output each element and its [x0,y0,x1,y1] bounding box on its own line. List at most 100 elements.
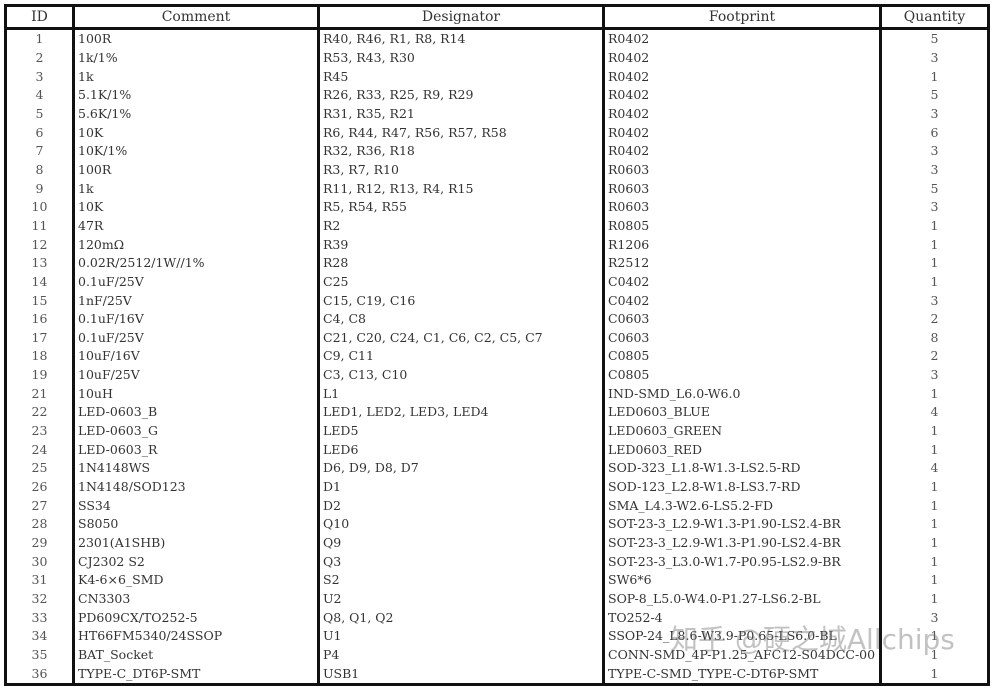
quantity-cell: 1 [879,645,989,665]
footprint-cell: R0402 [602,123,881,142]
table-row: 30 CJ2302 S2 Q3 SOT-23-3_L3.0-W1.7-P0.95-LS… [6,552,989,572]
footprint-cell: R0402 [602,141,881,161]
quantity-cell: 1 [879,571,989,590]
table-row: 24 LED-0603_R LED6 LED0603_RED 1 [6,440,989,460]
table-row: 2 1k/1% R53, R43, R30 R0402 3 [6,48,989,68]
table-row: 35 BAT_Socket P4 CONN-SMD_4P-P1.25_AFC12-S0… [6,645,989,665]
quantity-cell: 3 [879,48,989,68]
table-row: 29 2301(A1SHB) Q9 SOT-23-3_L2.9-W1.3-P1.90-… [6,533,989,553]
designator-cell: Q9 [317,533,604,553]
footprint-cell: R1206 [602,235,881,254]
id-cell: 32 [31,591,48,607]
quantity-cell: 3 [879,291,989,310]
designator-cell: R5, R54, R55 [317,197,604,217]
table-row: 13 0.02R/2512/1W//1% R28 R2512 1 [6,253,989,273]
table-row: 9 1k R11, R12, R13, R4, R15 R0603 5 [6,179,989,198]
id-cell: 1 [35,31,44,47]
designator-cell: S2 [317,571,604,590]
comment-cell: 1N4148WS [72,459,319,478]
table-row: 33 PD609CX/TO252-5 Q8, Q1, Q2 TO252-4 3 [6,608,989,627]
footprint-cell: SOT-23-3_L3.0-W1.7-P0.95-LS2.9-BR [602,552,881,572]
quantity-cell: 3 [879,160,989,180]
header-quantity: Quantity [879,5,989,30]
quantity-cell: 1 [879,384,989,404]
id-cell: 11 [31,217,48,233]
quantity-cell: 8 [879,328,989,348]
designator-cell: L1 [317,384,604,404]
designator-cell: C3, C13, C10 [317,365,604,385]
designator-cell: LED5 [317,421,604,441]
designator-cell: LED6 [317,440,604,460]
comment-cell: 47R [72,216,319,236]
id-cell: 15 [31,292,48,308]
footprint-cell: C0402 [602,291,881,310]
id-cell: 12 [31,236,48,252]
id-cell: 5 [35,105,44,121]
table-row: 19 10uF/25V C3, C13, C10 C0805 3 [6,365,989,385]
footprint-cell: R0805 [602,216,881,236]
quantity-cell: 5 [879,179,989,198]
comment-cell: SS34 [72,496,319,516]
footprint-cell: R0402 [602,104,881,124]
footprint-cell: SOP-8_L5.0-W4.0-P1.27-LS6.2-BL [602,589,881,609]
quantity-cell: 1 [879,589,989,609]
table-row: 6 10K R6, R44, R47, R56, R57, R58 R0402 6 [6,123,989,142]
comment-cell: 10uH [72,384,319,404]
comment-cell: 100R [72,160,319,180]
id-cell: 8 [35,161,44,177]
comment-cell: 2301(A1SHB) [72,533,319,553]
table-row: 11 47R R2 R0805 1 [6,216,989,236]
comment-cell: LED-0603_R [72,440,319,460]
id-cell: 30 [31,553,48,569]
header-designator: Designator [317,5,604,30]
table-row: 15 1nF/25V C15, C19, C16 C0402 3 [6,291,989,310]
comment-cell: 10uF/16V [72,347,319,366]
footprint-cell: SOD-323_L1.8-W1.3-LS2.5-RD [602,459,881,478]
designator-cell: U2 [317,589,604,609]
table-row: 12 120mΩ R39 R1206 1 [6,235,989,254]
designator-cell: R40, R46, R1, R8, R14 [317,28,604,49]
table-row: 8 100R R3, R7, R10 R0603 3 [6,160,989,180]
quantity-cell: 6 [879,123,989,142]
footprint-cell: R2512 [602,253,881,273]
id-cell: 33 [31,609,48,625]
table-row: 32 CN3303 U2 SOP-8_L5.0-W4.0-P1.27-LS6.2-BL… [6,589,989,609]
quantity-cell: 5 [879,85,989,105]
designator-cell: C21, C20, C24, C1, C6, C2, C5, C7 [317,328,604,348]
header-id: ID [5,5,74,30]
id-cell: 34 [31,628,48,644]
quantity-cell: 5 [879,28,989,49]
table-row: 21 10uH L1 IND-SMD_L6.0-W6.0 1 [6,384,989,404]
designator-cell: R2 [317,216,604,236]
comment-cell: LED-0603_G [72,421,319,441]
id-cell: 17 [31,329,48,345]
table-row: 18 10uF/16V C9, C11 C0805 2 [6,347,989,366]
footprint-cell: R0603 [602,179,881,198]
comment-cell: 0.1uF/25V [72,272,319,292]
designator-cell: P4 [317,645,604,665]
quantity-cell: 1 [879,67,989,86]
designator-cell: R11, R12, R13, R4, R15 [317,179,604,198]
quantity-cell: 3 [879,141,989,161]
comment-cell: K4-6×6_SMD [72,571,319,590]
comment-cell: 0.1uF/25V [72,328,319,348]
quantity-cell: 1 [879,664,989,685]
comment-cell: 10uF/25V [72,365,319,385]
footprint-cell: SOT-23-3_L2.9-W1.3-P1.90-LS2.4-BR [602,515,881,534]
id-cell: 28 [31,516,48,532]
footprint-cell: TYPE-C-SMD_TYPE-C-DT6P-SMT [602,664,881,685]
comment-cell: 100R [72,28,319,49]
quantity-cell: 1 [879,533,989,553]
comment-cell: 5.1K/1% [72,85,319,105]
designator-cell: R39 [317,235,604,254]
footprint-cell: SOD-123_L2.8-W1.8-LS3.7-RD [602,477,881,497]
id-cell: 24 [31,441,48,457]
id-cell: 25 [31,460,48,476]
table-row: 31 K4-6×6_SMD S2 SW6*6 1 [6,571,989,590]
id-cell: 35 [31,646,48,662]
quantity-cell: 2 [879,347,989,366]
designator-cell: C9, C11 [317,347,604,366]
id-cell: 3 [35,68,44,84]
designator-cell: U1 [317,627,604,646]
comment-cell: 1k [72,67,319,86]
